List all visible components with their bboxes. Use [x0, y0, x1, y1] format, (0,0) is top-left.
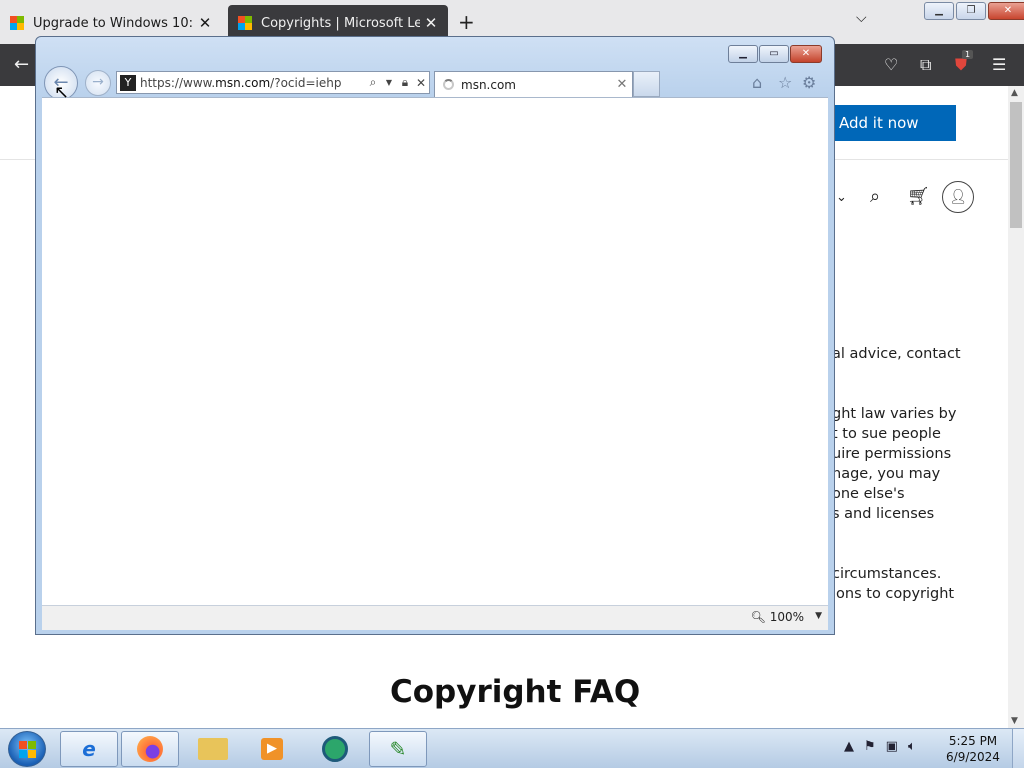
file-explorer-icon[interactable]: [184, 731, 242, 767]
media-player-icon[interactable]: ▶: [243, 731, 301, 767]
internet-explorer-window: ▁ ▭ ✕ ← → Y https://www.msn.com/?ocid=ie…: [35, 36, 835, 635]
minimize-button[interactable]: ▁: [924, 2, 954, 20]
show-desktop-button[interactable]: [1012, 729, 1024, 768]
close-button[interactable]: ✕: [988, 2, 1024, 20]
address-bar[interactable]: Y https://www.msn.com/?ocid=iehp ⌕ ▼ 🔒︎ …: [116, 71, 430, 94]
paragraph-line: ions to copyright: [832, 586, 955, 602]
account-avatar-icon[interactable]: 👤︎: [942, 181, 974, 213]
firefox-window-controls: ▁ ❐ ✕: [924, 2, 1024, 20]
back-arrow-icon[interactable]: ←: [14, 54, 29, 75]
new-tab-button[interactable]: [633, 71, 660, 97]
faq-heading: Copyright FAQ: [390, 674, 641, 710]
list-all-tabs-chevron-icon[interactable]: ⌵: [856, 10, 867, 26]
url-prefix: https://www.: [140, 75, 216, 90]
cart-icon[interactable]: 🛒︎: [907, 186, 930, 207]
menu-hamburger-icon[interactable]: ☰: [992, 55, 1006, 74]
taskbar-clock[interactable]: 5:25 PM 6/9/2024: [940, 733, 1006, 765]
dropdown-arrow-icon[interactable]: ▼: [381, 78, 397, 87]
show-hidden-icons-arrow-icon[interactable]: ▲: [844, 739, 854, 754]
favorites-star-icon[interactable]: ☆: [778, 73, 792, 92]
zoom-value: 100%: [769, 610, 804, 624]
ie-status-bar: 🔍︎ 100% ▼: [42, 605, 828, 630]
tab-close-icon[interactable]: ✕: [612, 77, 632, 92]
paragraph-line: circumstances.: [832, 566, 942, 582]
lock-icon[interactable]: 🔒︎: [397, 75, 413, 90]
maximize-button[interactable]: ▭: [759, 45, 789, 63]
paragraph-line: one else's: [832, 486, 905, 502]
scroll-up-arrow-icon[interactable]: ▲: [1011, 88, 1018, 98]
page-scrollbar[interactable]: ▲ ▼: [1008, 86, 1024, 728]
tab-label: msn.com: [461, 77, 516, 92]
extensions-icon[interactable]: ⧉: [920, 55, 931, 75]
scroll-down-arrow-icon[interactable]: ▼: [1011, 716, 1018, 726]
add-it-now-button[interactable]: Add it now: [826, 105, 956, 141]
taskbar: e ▶ ✎ ▲ ⚑ ▣ 🔈︎ 5:25 PM 6/9/2024: [0, 728, 1024, 768]
zoom-dropdown-icon[interactable]: ▼: [815, 611, 822, 621]
windows-logo-icon: [19, 741, 36, 758]
paragraph-line: ght law varies by: [832, 406, 957, 422]
microsoft-logo-icon: [10, 16, 24, 30]
loading-spinner-icon: [443, 79, 454, 90]
msn-favicon-icon: Y: [120, 74, 136, 91]
ie-tab-msn[interactable]: msn.com ✕: [434, 71, 633, 97]
tab-upgrade-faq[interactable]: Upgrade to Windows 10: FAQ - ✕: [0, 6, 222, 40]
paint-app-icon[interactable]: ✎: [369, 731, 427, 767]
forward-arrow-icon[interactable]: →: [85, 70, 111, 96]
paragraph-line: s and licenses: [832, 506, 935, 522]
chevron-down-icon[interactable]: ⌄: [836, 190, 847, 205]
volume-muted-icon[interactable]: 🔈︎: [908, 739, 916, 754]
url-domain: msn.com: [215, 75, 271, 90]
paragraph-line: al advice, contact: [832, 346, 961, 362]
internet-explorer-icon[interactable]: e: [60, 731, 118, 767]
minimize-button[interactable]: ▁: [728, 45, 758, 63]
pocket-icon[interactable]: ♡: [884, 55, 898, 74]
microsoft-logo-icon: [238, 16, 252, 30]
clock-time: 5:25 PM: [948, 734, 998, 748]
clock-date: 6/9/2024: [946, 750, 1000, 764]
firefox-icon[interactable]: [121, 731, 179, 767]
mouse-cursor-icon: ↖: [54, 82, 70, 103]
ie-content-area[interactable]: [42, 97, 828, 605]
tab-label: Copyrights | Microsoft Legal: [261, 15, 420, 31]
extension-badge: 1: [962, 50, 974, 59]
zoom-level[interactable]: 🔍︎ 100%: [751, 610, 804, 624]
address-url[interactable]: https://www.msn.com/?ocid=iehp: [140, 76, 365, 90]
paragraph-line: t to sue people: [832, 426, 941, 442]
gear-icon[interactable]: ⚙: [802, 73, 816, 92]
paragraph-line: uire permissions: [832, 446, 952, 462]
tab-close-icon[interactable]: ✕: [420, 14, 442, 32]
browser-app-icon[interactable]: [306, 731, 364, 767]
action-center-flag-icon[interactable]: ⚑: [864, 739, 876, 754]
system-tray: ▲ ⚑ ▣ 🔈︎: [844, 739, 916, 754]
new-tab-button[interactable]: +: [458, 10, 475, 34]
url-suffix: /?ocid=iehp: [270, 75, 342, 90]
search-icon[interactable]: ⌕: [365, 75, 381, 90]
stop-icon[interactable]: ✕: [413, 76, 429, 90]
close-button[interactable]: ✕: [790, 45, 822, 63]
home-icon[interactable]: ⌂: [752, 73, 762, 92]
scrollbar-thumb[interactable]: [1010, 102, 1022, 228]
restore-button[interactable]: ❐: [956, 2, 986, 20]
ie-window-controls: ▁ ▭ ✕: [728, 45, 822, 63]
tab-close-icon[interactable]: ✕: [194, 14, 216, 32]
tab-label: Upgrade to Windows 10: FAQ -: [33, 15, 194, 31]
paragraph-line: nage, you may: [832, 466, 941, 482]
search-icon[interactable]: ⌕: [870, 186, 880, 207]
start-button[interactable]: [8, 731, 46, 767]
network-icon[interactable]: ▣: [886, 739, 898, 754]
